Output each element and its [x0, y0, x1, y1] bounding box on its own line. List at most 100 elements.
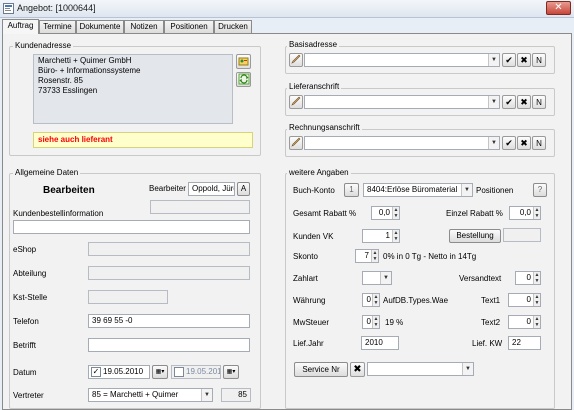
bearbeiter-label: Bearbeiter [149, 184, 186, 193]
service-clear-button[interactable]: ✖ [350, 362, 365, 377]
address-line: Büro- + Informationssysteme [38, 66, 141, 75]
tab-positionen[interactable]: Positionen [164, 20, 214, 33]
kundenadresse-box[interactable]: Marchetti + Quimer GmbH Büro- + Informat… [33, 54, 233, 124]
mwst-field[interactable]: 0 ▲ ▼ [362, 315, 380, 329]
address-refresh-button[interactable] [236, 72, 251, 87]
basisadresse-select[interactable]: ▼ [304, 53, 500, 67]
bearbeiter-field[interactable]: Oppold, Jürg [188, 182, 235, 196]
lieferanschrift-select[interactable]: ▼ [304, 95, 500, 109]
allgemeine-legend: Allgemeine Daten [13, 168, 81, 177]
service-nr-button[interactable]: Service Nr [294, 362, 348, 377]
datum-checkbox-2[interactable] [174, 367, 184, 377]
buchkonto-number[interactable]: 1 [344, 183, 359, 197]
bestellung-field [503, 228, 541, 242]
liefjahr-field[interactable]: 2010 [361, 336, 399, 350]
buchkonto-select[interactable]: 8404:Erlöse Büromaterial ▼ [363, 183, 473, 197]
abteilung-label: Abteilung [13, 269, 47, 278]
vertreter-number: 85 [221, 388, 251, 402]
telefon-label: Telefon [13, 317, 39, 326]
datum-field-2[interactable]: 19.05.2010 [171, 365, 221, 379]
address-card-icon [238, 57, 248, 66]
rechnungsanschrift-legend: Rechnungsanschrift [287, 123, 362, 132]
address-edit-button[interactable] [236, 54, 251, 69]
basis-cancel-button[interactable]: ✖ [517, 53, 531, 67]
text1-field[interactable]: 0 ▲ ▼ [508, 293, 541, 307]
basis-ok-button[interactable]: ✔ [502, 53, 516, 67]
zahlart-select[interactable]: ▼ [362, 271, 392, 285]
tab-auftrag[interactable]: Auftrag [2, 19, 39, 34]
kunden-vk-value: 1 [385, 231, 390, 240]
liefkw-field[interactable]: 22 [508, 336, 541, 350]
positionen-button[interactable]: ? [533, 183, 547, 197]
service-select[interactable]: ▼ [367, 362, 474, 376]
liefer-ok-button[interactable]: ✔ [502, 95, 516, 109]
rechnung-lookup-button[interactable] [289, 136, 303, 150]
bestellung-button[interactable]: Bestellung [449, 229, 501, 243]
mwst-text: 19 % [385, 318, 404, 327]
kst-label: Kst-Stelle [13, 293, 48, 302]
liefjahr-label: Lief.Jahr [293, 339, 324, 348]
spinner-icon[interactable]: ▲ ▼ [372, 316, 379, 328]
spinner-icon[interactable]: ▲ ▼ [371, 250, 378, 262]
spinner-icon[interactable]: ▲ ▼ [533, 207, 540, 219]
mwst-label: MwSteuer [293, 318, 330, 327]
spinner-icon[interactable]: ▲ ▼ [533, 316, 540, 328]
gesamt-rabatt-value: 0,0 [378, 208, 390, 217]
rechnung-n-button[interactable]: N [532, 136, 546, 150]
tab-termine[interactable]: Termine [39, 20, 76, 33]
datum-picker-2[interactable]: ▦▾ [223, 365, 239, 379]
text2-field[interactable]: 0 ▲ ▼ [508, 315, 541, 329]
tab-notizen[interactable]: Notizen [124, 20, 164, 33]
einzel-rabatt-field[interactable]: 0,0 ▲ ▼ [509, 206, 541, 220]
liefer-n-button[interactable]: N [532, 95, 546, 109]
datum-checkbox-1[interactable]: ✓ [91, 367, 101, 377]
pen-icon [291, 96, 301, 106]
tab-drucken[interactable]: Drucken [214, 20, 252, 33]
spinner-icon[interactable]: ▲ ▼ [392, 230, 399, 242]
waehrung-value: 0 [366, 295, 371, 304]
buchkonto-value: 8404:Erlöse Büromaterial [367, 185, 458, 194]
skonto-label: Skonto [293, 252, 318, 261]
einzel-rabatt-label: Einzel Rabatt % [446, 209, 503, 218]
weitere-legend: weitere Angaben [287, 168, 351, 177]
rechnungsanschrift-select[interactable]: ▼ [304, 136, 500, 150]
refresh-icon [238, 73, 249, 85]
zahlart-label: Zahlart [293, 274, 318, 283]
chevron-down-icon: ▼ [461, 184, 472, 196]
vertreter-value: 85 = Marchetti + Quimer [92, 390, 179, 399]
spinner-icon[interactable]: ▲ ▼ [533, 294, 540, 306]
bearbeiter-button[interactable]: A [237, 182, 250, 196]
versandtext-label: Versandtext [459, 274, 502, 283]
spinner-icon[interactable]: ▲ ▼ [533, 272, 540, 284]
vertreter-select[interactable]: 85 = Marchetti + Quimer ▼ [88, 388, 213, 402]
spinner-icon[interactable]: ▲ ▼ [372, 294, 379, 306]
waehrung-field[interactable]: 0 ▲ ▼ [362, 293, 380, 307]
kundenbestell-field[interactable] [13, 220, 250, 234]
betrifft-field[interactable] [88, 338, 250, 352]
liefer-lookup-button[interactable] [289, 95, 303, 109]
mode-heading: Bearbeiten [43, 185, 95, 196]
basis-n-button[interactable]: N [532, 53, 546, 67]
kst-field[interactable] [88, 290, 168, 304]
abteilung-field[interactable] [88, 266, 250, 280]
telefon-field[interactable]: 39 69 55 -0 [88, 314, 250, 328]
rechnung-ok-button[interactable]: ✔ [502, 136, 516, 150]
text1-value: 0 [526, 295, 531, 304]
skonto-field[interactable]: 7 ▲ ▼ [355, 249, 379, 263]
betrifft-label: Betrifft [13, 341, 36, 350]
rechnung-cancel-button[interactable]: ✖ [517, 136, 531, 150]
versandtext-field[interactable]: 0 ▲ ▼ [515, 271, 541, 285]
kundenbestell-field-top[interactable] [150, 200, 250, 214]
pen-icon [291, 54, 301, 64]
datum-picker-1[interactable]: ▦▾ [152, 365, 168, 379]
datum-field-1[interactable]: ✓ 19.05.2010 [88, 365, 150, 379]
tab-dokumente[interactable]: Dokumente [76, 20, 124, 33]
basis-lookup-button[interactable] [289, 53, 303, 67]
chevron-down-icon: ▼ [488, 137, 499, 149]
liefer-cancel-button[interactable]: ✖ [517, 95, 531, 109]
gesamt-rabatt-field[interactable]: 0,0 ▲ ▼ [371, 206, 400, 220]
eshop-field[interactable] [88, 242, 250, 256]
spinner-icon[interactable]: ▲ ▼ [392, 207, 399, 219]
kunden-vk-field[interactable]: 1 ▲ ▼ [362, 229, 400, 243]
close-button[interactable]: ✕ [546, 1, 571, 15]
